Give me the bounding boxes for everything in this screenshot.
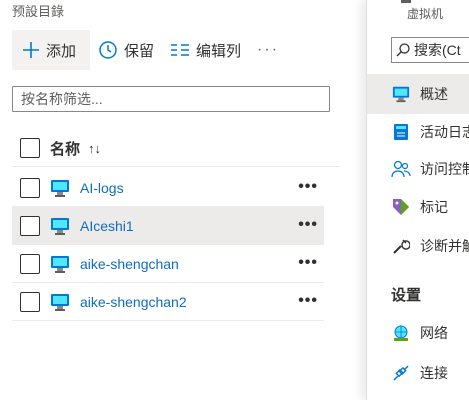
table-header: 名称 ↑↓ bbox=[12, 130, 340, 167]
resource-list-panel: 预設目錄 添加 保留 编辑列 ··· 名称 ↑↓ bbox=[0, 0, 366, 400]
nav-item-diagnose[interactable]: 诊断并解 bbox=[391, 236, 469, 256]
command-bar: 添加 保留 编辑列 ··· bbox=[12, 30, 285, 70]
resource-type-label: 虚拟机 bbox=[407, 7, 444, 21]
access-control-icon bbox=[391, 159, 411, 179]
resource-name-link[interactable]: AIceshi1 bbox=[80, 218, 134, 234]
nav-item-overview[interactable]: 概述 bbox=[367, 74, 469, 114]
nav-item-label: 网络 bbox=[420, 325, 448, 341]
nav-item-access-control[interactable]: 访问控制 bbox=[391, 159, 469, 179]
row-more-icon[interactable]: ••• bbox=[298, 293, 318, 309]
clock-icon bbox=[99, 41, 117, 59]
nav-item-label: 访问控制 bbox=[420, 161, 469, 177]
row-checkbox[interactable] bbox=[20, 291, 40, 312]
section-header-settings: 设置 bbox=[391, 287, 422, 304]
wrench-icon bbox=[391, 236, 411, 256]
virtual-machine-icon bbox=[51, 217, 69, 235]
virtual-machine-icon bbox=[391, 84, 411, 104]
plus-icon bbox=[23, 42, 39, 58]
nav-item-label: 概述 bbox=[420, 86, 448, 102]
preserve-button-label: 保留 bbox=[124, 42, 155, 60]
network-icon bbox=[391, 323, 411, 343]
virtual-machine-icon bbox=[401, 0, 411, 3]
more-commands-icon[interactable]: ··· bbox=[251, 41, 285, 59]
row-more-icon[interactable]: ••• bbox=[298, 255, 318, 271]
preserve-button[interactable]: 保留 bbox=[90, 30, 162, 70]
nav-item-connect[interactable]: 连接 bbox=[391, 363, 448, 383]
search-icon bbox=[396, 43, 410, 57]
edit-columns-button-label: 编辑列 bbox=[196, 42, 242, 60]
table-row[interactable]: AIceshi1 ••• bbox=[12, 207, 324, 245]
nav-item-label: 连接 bbox=[420, 365, 448, 381]
virtual-machine-icon bbox=[51, 179, 69, 197]
add-button[interactable]: 添加 bbox=[12, 30, 90, 70]
activity-log-icon bbox=[391, 122, 411, 142]
row-more-icon[interactable]: ••• bbox=[298, 179, 318, 195]
nav-item-activity-log[interactable]: 活动日志 bbox=[391, 122, 469, 142]
nav-item-networking[interactable]: 网络 bbox=[391, 323, 448, 343]
nav-item-label: 活动日志 bbox=[420, 124, 469, 140]
menu-search-input[interactable]: 搜索(Ct bbox=[391, 37, 469, 63]
resource-name-link[interactable]: AI-logs bbox=[80, 180, 124, 196]
connect-icon bbox=[391, 363, 411, 383]
select-all-checkbox[interactable] bbox=[20, 138, 40, 158]
column-header-name[interactable]: 名称 bbox=[50, 138, 80, 159]
breadcrumb[interactable]: 预設目錄 bbox=[12, 1, 64, 20]
tag-icon bbox=[391, 197, 411, 217]
nav-item-label: 诊断并解 bbox=[420, 238, 469, 254]
virtual-machine-icon bbox=[51, 293, 69, 311]
sort-icon[interactable]: ↑↓ bbox=[88, 141, 101, 156]
nav-item-tags[interactable]: 标记 bbox=[391, 197, 448, 217]
add-button-label: 添加 bbox=[46, 42, 77, 60]
nav-item-label: 标记 bbox=[420, 199, 448, 215]
row-checkbox[interactable] bbox=[20, 215, 40, 236]
table-row[interactable]: aike-shengchan ••• bbox=[12, 245, 324, 283]
virtual-machine-icon bbox=[51, 255, 69, 273]
resource-name-link[interactable]: aike-shengchan2 bbox=[80, 294, 187, 310]
search-placeholder: 搜索(Ct bbox=[414, 42, 461, 58]
table-row[interactable]: AI-logs ••• bbox=[12, 169, 324, 207]
columns-icon bbox=[171, 44, 190, 56]
row-more-icon[interactable]: ••• bbox=[298, 217, 318, 233]
resource-blade: 虚拟机 搜索(Ct 概述 活动日志 bbox=[366, 0, 469, 400]
edit-columns-button[interactable]: 编辑列 bbox=[162, 30, 249, 70]
row-checkbox[interactable] bbox=[20, 253, 40, 274]
table-row[interactable]: aike-shengchan2 ••• bbox=[12, 283, 324, 321]
filter-by-name-input[interactable] bbox=[12, 86, 330, 112]
row-checkbox[interactable] bbox=[20, 177, 40, 198]
resource-name-link[interactable]: aike-shengchan bbox=[80, 256, 179, 272]
